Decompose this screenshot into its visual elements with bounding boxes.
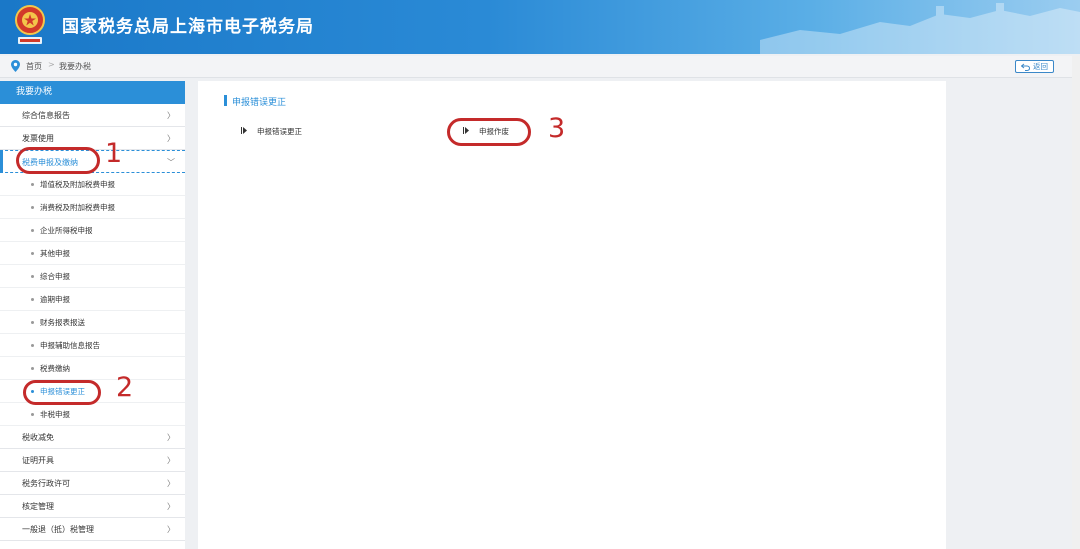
- annotation-ring-2: [23, 380, 101, 405]
- breadcrumb: 首页 > 我要办税 返回: [0, 56, 1080, 78]
- sidebar-item-tax-relief[interactable]: 税收减免 〉: [0, 426, 185, 449]
- location-pin-icon: [11, 60, 20, 72]
- sidebar-subitem[interactable]: 增值税及附加税费申报: [0, 173, 185, 196]
- link-label: 申报错误更正: [257, 127, 302, 136]
- sidebar-item-label: 证明开具: [22, 456, 54, 465]
- chevron-right-icon: 〉: [167, 502, 175, 511]
- annotation-ring-1: [16, 147, 100, 174]
- sidebar-heading: 我要办税: [0, 81, 185, 104]
- breadcrumb-home[interactable]: 首页: [26, 61, 42, 72]
- sidebar-item-verification[interactable]: 核定管理 〉: [0, 495, 185, 518]
- sidebar-item-label: 税收减免: [22, 433, 54, 442]
- play-icon: [241, 127, 247, 134]
- sidebar-item-label: 税务行政许可: [22, 479, 70, 488]
- back-button-label: 返回: [1033, 62, 1048, 71]
- sidebar-item-label: 发票使用: [22, 134, 54, 143]
- chevron-right-icon: 〉: [167, 456, 175, 465]
- page-scrollbar[interactable]: [1072, 56, 1080, 549]
- annotation-number-2: 2: [116, 372, 134, 403]
- sidebar-subitem[interactable]: 财务报表报送: [0, 311, 185, 334]
- great-wall-decoration: [760, 3, 1080, 54]
- chevron-right-icon: 〉: [167, 111, 175, 120]
- tax-emblem-icon: [15, 5, 45, 44]
- sidebar-subitem[interactable]: 逾期申报: [0, 288, 185, 311]
- sidebar-subitem[interactable]: 申报辅助信息报告: [0, 334, 185, 357]
- sidebar-item-label: 综合信息报告: [22, 111, 70, 120]
- main-panel: 申报错误更正 申报错误更正 申报作废: [198, 81, 946, 549]
- return-arrow-icon: [1021, 63, 1030, 71]
- chevron-right-icon: 〉: [167, 479, 175, 488]
- sidebar-subitem[interactable]: 消费税及附加税费申报: [0, 196, 185, 219]
- chevron-right-icon: 〉: [167, 134, 175, 143]
- sidebar-subitem[interactable]: 非税申报: [0, 403, 185, 426]
- breadcrumb-current: 我要办税: [59, 62, 91, 71]
- sidebar-item-certificate[interactable]: 证明开具 〉: [0, 449, 185, 472]
- panel-title: 申报错误更正: [224, 95, 286, 108]
- sidebar-item-info-report[interactable]: 综合信息报告 〉: [0, 104, 185, 127]
- sidebar-subitem[interactable]: 企业所得税申报: [0, 219, 185, 242]
- site-title: 国家税务总局上海市电子税务局: [62, 17, 314, 37]
- chevron-down-icon: ﹀: [167, 158, 175, 167]
- annotation-number-1: 1: [105, 138, 123, 169]
- back-button[interactable]: 返回: [1015, 60, 1054, 73]
- sidebar-subitem[interactable]: 综合申报: [0, 265, 185, 288]
- sidebar-item-label: 一般退（抵）税管理: [22, 525, 94, 534]
- link-error-correction[interactable]: 申报错误更正: [241, 126, 302, 137]
- breadcrumb-separator: >: [48, 60, 55, 69]
- sidebar-item-label: 核定管理: [22, 502, 54, 511]
- chevron-right-icon: 〉: [167, 433, 175, 442]
- chevron-right-icon: 〉: [167, 525, 175, 534]
- sidebar-item-admin-license[interactable]: 税务行政许可 〉: [0, 472, 185, 495]
- sidebar-subitem[interactable]: 税费缴纳: [0, 357, 185, 380]
- sidebar-subitem[interactable]: 其他申报: [0, 242, 185, 265]
- site-header: 国家税务总局上海市电子税务局: [0, 0, 1080, 54]
- sidebar-item-refund[interactable]: 一般退（抵）税管理 〉: [0, 518, 185, 541]
- annotation-ring-3: [447, 118, 531, 146]
- annotation-number-3: 3: [548, 113, 566, 144]
